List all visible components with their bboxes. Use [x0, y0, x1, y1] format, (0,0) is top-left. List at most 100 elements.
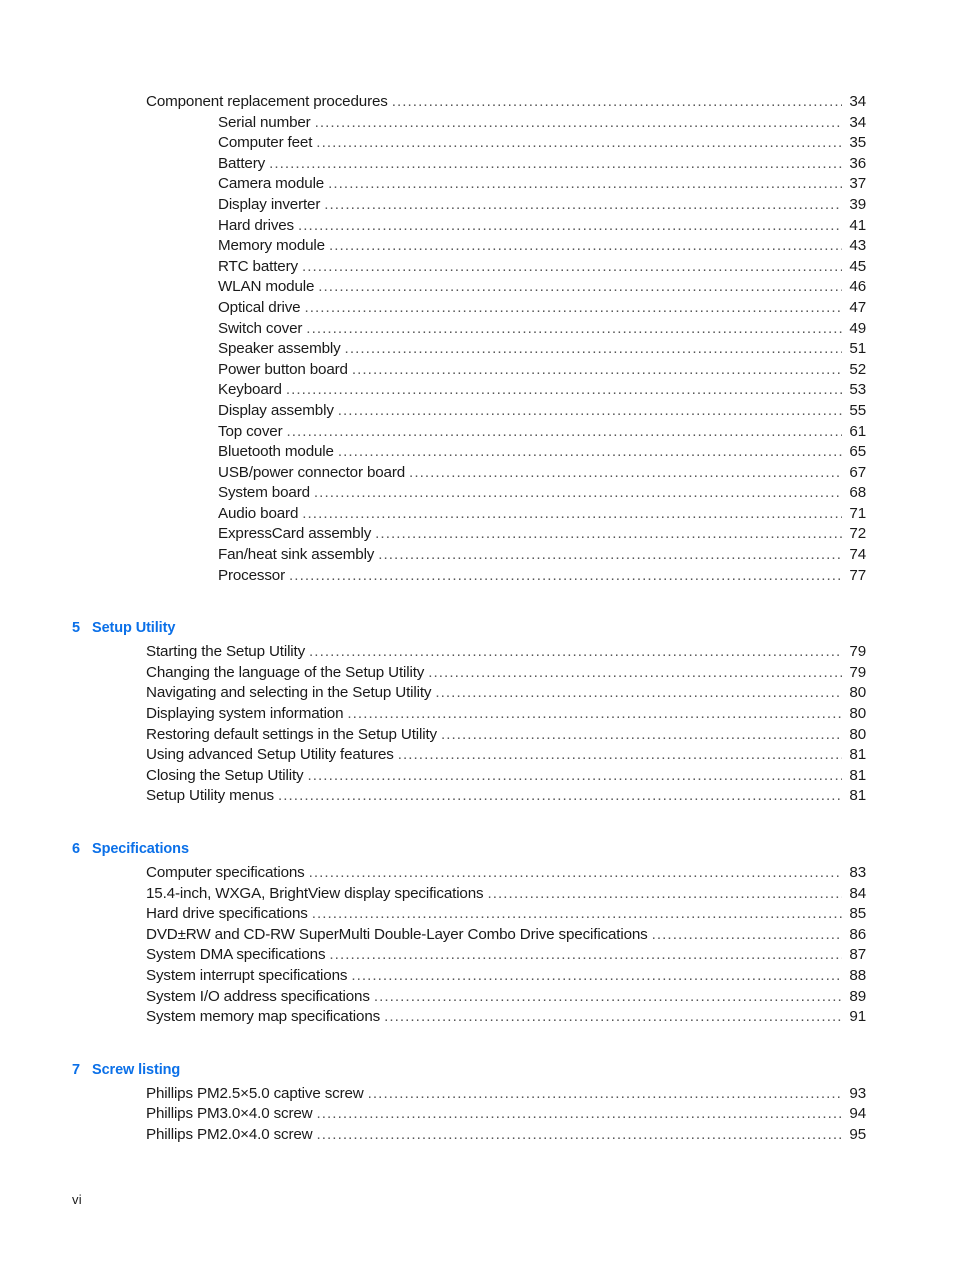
- toc-entry-label: Top cover: [218, 422, 283, 440]
- toc-entry[interactable]: Power button board 52: [72, 360, 866, 381]
- toc-entry-label: Display inverter: [218, 195, 321, 213]
- toc-entry[interactable]: System I/O address specifications 89: [72, 987, 866, 1008]
- toc-entry[interactable]: Restoring default settings in the Setup …: [72, 725, 866, 746]
- toc-entry[interactable]: Phillips PM3.0×4.0 screw 94: [72, 1104, 866, 1125]
- dot-leader: [289, 566, 842, 587]
- toc-entry[interactable]: System DMA specifications 87: [72, 945, 866, 966]
- toc-entry[interactable]: Setup Utility menus 81: [72, 786, 866, 807]
- toc-entry-page-number: 89: [849, 987, 866, 1005]
- toc-entry[interactable]: Serial number 34: [72, 113, 866, 134]
- toc-entry-label: Starting the Setup Utility: [146, 643, 306, 661]
- toc-entry[interactable]: ExpressCard assembly 72: [72, 524, 866, 545]
- dot-leader: [352, 360, 842, 381]
- toc-entry[interactable]: Component replacement procedures 34: [72, 92, 866, 113]
- toc-entry-label: Optical drive: [218, 298, 301, 316]
- toc-entry-label: Audio board: [218, 504, 299, 522]
- toc-entry-page-number: 74: [849, 546, 866, 564]
- toc-entry[interactable]: Switch cover 49: [72, 319, 866, 340]
- toc-entry[interactable]: Display assembly 55: [72, 401, 866, 422]
- toc-entry[interactable]: System board 68: [72, 483, 866, 504]
- toc-entry[interactable]: Battery 36: [72, 154, 866, 175]
- dot-leader: [306, 319, 842, 340]
- toc-entry-label: Phillips PM2.0×4.0 screw: [146, 1125, 313, 1143]
- toc-entry[interactable]: Top cover 61: [72, 422, 866, 443]
- toc-entry-page-number: 88: [849, 966, 866, 984]
- toc-entry-label: Phillips PM3.0×4.0 screw: [146, 1105, 313, 1123]
- toc-entry[interactable]: System interrupt specifications 88: [72, 966, 866, 987]
- toc-entry[interactable]: Display inverter 39: [72, 195, 866, 216]
- toc-entry-page-number: 61: [849, 422, 866, 440]
- chapter-title: Specifications: [92, 841, 189, 857]
- toc-entry-label: Setup Utility menus: [146, 787, 274, 805]
- dot-leader: [286, 380, 842, 401]
- toc-entry[interactable]: Speaker assembly 51: [72, 339, 866, 360]
- toc-entry[interactable]: Processor 77: [72, 566, 866, 587]
- dot-leader: [428, 663, 842, 684]
- toc-entry-label: Processor: [218, 566, 286, 584]
- chapter-title: Setup Utility: [92, 620, 176, 637]
- toc-entry-page-number: 51: [849, 340, 866, 358]
- dot-leader: [338, 401, 842, 422]
- chapter-heading[interactable]: 6 Specifications: [72, 841, 866, 857]
- toc-entry[interactable]: Audio board 71: [72, 504, 866, 525]
- toc-entry[interactable]: Displaying system information 80: [72, 704, 866, 725]
- toc-entry-label: Hard drive specifications: [146, 905, 308, 923]
- toc-entry-page-number: 79: [849, 663, 866, 681]
- toc-entry-label: Fan/heat sink assembly: [218, 546, 375, 564]
- dot-leader: [304, 298, 842, 319]
- toc-entry[interactable]: Computer feet 35: [72, 133, 866, 154]
- toc-entry[interactable]: RTC battery 45: [72, 257, 866, 278]
- toc-entry-page-number: 67: [849, 463, 866, 481]
- toc-entry[interactable]: Optical drive 47: [72, 298, 866, 319]
- toc-entry[interactable]: Changing the language of the Setup Utili…: [72, 663, 866, 684]
- toc-entry[interactable]: Bluetooth module 65: [72, 442, 866, 463]
- chapter-heading[interactable]: 7 Screw listing: [72, 1062, 866, 1078]
- toc-entry-label: Switch cover: [218, 319, 303, 337]
- toc-entry[interactable]: Fan/heat sink assembly 74: [72, 545, 866, 566]
- toc-entry-page-number: 93: [849, 1084, 866, 1102]
- toc-entry-label: Phillips PM2.5×5.0 captive screw: [146, 1084, 364, 1102]
- toc-entry[interactable]: Keyboard 53: [72, 380, 866, 401]
- toc-entry-page-number: 39: [849, 195, 866, 213]
- toc-entry[interactable]: Phillips PM2.5×5.0 captive screw 93: [72, 1084, 866, 1105]
- toc-entry-label: Navigating and selecting in the Setup Ut…: [146, 684, 432, 702]
- dot-leader: [441, 725, 842, 746]
- toc-entry-page-number: 87: [849, 946, 866, 964]
- toc-entry[interactable]: 15.4-inch, WXGA, BrightView display spec…: [72, 884, 866, 905]
- toc-entry-page-number: 81: [849, 766, 866, 784]
- dot-leader: [287, 422, 843, 443]
- toc-entry-page-number: 80: [849, 725, 866, 743]
- toc-entry-label: System board: [218, 484, 310, 502]
- toc-entry[interactable]: Using advanced Setup Utility features 81: [72, 745, 866, 766]
- toc-entry[interactable]: Memory module 43: [72, 236, 866, 257]
- dot-leader: [378, 545, 842, 566]
- chapter-heading[interactable]: 5 Setup Utility: [72, 620, 866, 636]
- toc-entry-page-number: 83: [849, 864, 866, 881]
- toc-entry[interactable]: Phillips PM2.0×4.0 screw 95: [72, 1125, 866, 1146]
- toc-entry-label: System I/O address specifications: [146, 987, 370, 1005]
- toc-entry[interactable]: Camera module 37: [72, 174, 866, 195]
- toc-entry[interactable]: System memory map specifications 91: [72, 1007, 866, 1028]
- toc-entry-label: Display assembly: [218, 401, 334, 419]
- toc-entry[interactable]: Hard drives 41: [72, 216, 866, 237]
- toc-entry-page-number: 81: [849, 787, 866, 805]
- toc-entry[interactable]: Hard drive specifications 85: [72, 904, 866, 925]
- toc-entry-page-number: 46: [849, 278, 866, 296]
- toc-section: 5 Setup Utility Starting the Setup Utility…: [72, 620, 866, 807]
- toc-entry[interactable]: Computer specifications 83: [72, 863, 866, 884]
- dot-leader: [309, 863, 842, 884]
- toc-entry-page-number: 91: [849, 1008, 866, 1026]
- dot-leader: [329, 236, 842, 257]
- toc-entry[interactable]: Navigating and selecting in the Setup Ut…: [72, 683, 866, 704]
- toc-entry[interactable]: WLAN module 46: [72, 277, 866, 298]
- toc-entry-page-number: 52: [849, 360, 866, 378]
- chapter-number: 5: [72, 620, 80, 637]
- dot-leader: [316, 133, 842, 154]
- toc-entry-label: ExpressCard assembly: [218, 525, 372, 543]
- toc-entry[interactable]: Closing the Setup Utility 81: [72, 766, 866, 787]
- chapter-number: 6: [72, 841, 80, 857]
- toc-entry[interactable]: Starting the Setup Utility 79: [72, 642, 866, 663]
- toc-entry-label: Keyboard: [218, 381, 282, 399]
- toc-entry[interactable]: USB/power connector board 67: [72, 463, 866, 484]
- toc-entry[interactable]: DVD±RW and CD-RW SuperMulti Double-Layer…: [72, 925, 866, 946]
